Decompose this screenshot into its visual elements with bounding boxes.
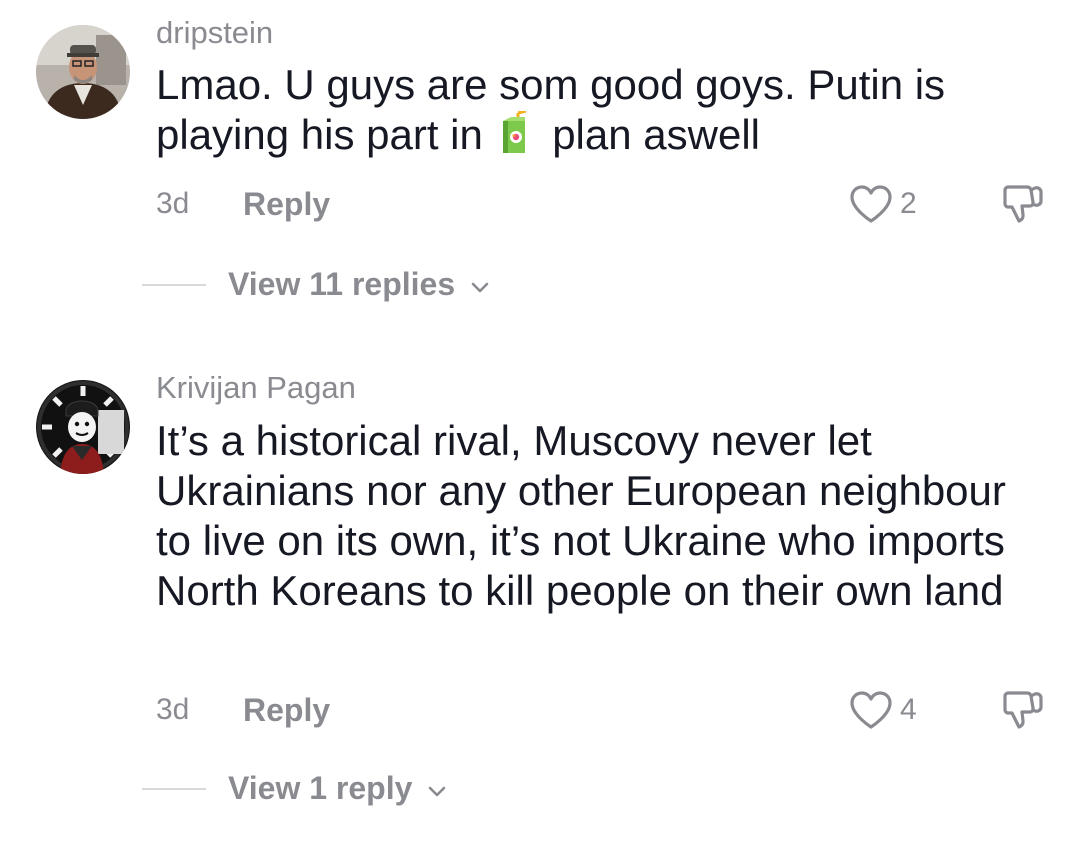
view-replies-text: View 11 replies (228, 266, 456, 302)
comment-text: Lmao. U guys are som good goys. Putin is… (156, 60, 1046, 160)
comment-item: dripstein Lmao. U guys are som good goys… (0, 0, 1080, 320)
thumbs-down-icon (1003, 691, 1043, 729)
divider-line (142, 788, 206, 790)
comment-timestamp: 3d (156, 693, 190, 726)
like-count: 4 (900, 693, 917, 726)
comment-text-line: playing his part in (156, 111, 483, 158)
dislike-button[interactable] (1001, 690, 1047, 737)
reply-button[interactable]: Reply (243, 184, 330, 224)
comment-actions: 3d Reply 2 (156, 184, 1056, 224)
thumbs-down-icon (1003, 185, 1043, 223)
comment-username[interactable]: dripstein (156, 15, 273, 51)
dislike-button[interactable] (1001, 184, 1047, 231)
chevron-down-icon (428, 786, 446, 796)
view-replies-button[interactable]: View 11 replies (142, 264, 642, 304)
comment-timestamp: 3d (156, 187, 190, 220)
view-replies-button[interactable]: View 1 reply (142, 768, 642, 808)
avatar[interactable] (36, 380, 130, 474)
divider-line (142, 284, 206, 286)
heart-outline-icon (850, 185, 892, 223)
reply-button[interactable]: Reply (243, 690, 330, 730)
view-replies-label: View 11 replies (228, 264, 490, 304)
avatar[interactable] (36, 25, 130, 119)
view-replies-label: View 1 reply (228, 768, 447, 808)
like-count: 2 (900, 187, 917, 220)
juice-box-emoji-icon (499, 109, 529, 155)
view-replies-text: View 1 reply (228, 770, 413, 806)
heart-outline-icon (850, 691, 892, 729)
comment-item: Krivijan Pagan It’s a historical rival, … (0, 360, 1080, 830)
comment-text: It’s a historical rival, Muscovy never l… (156, 417, 1006, 614)
chevron-down-icon (471, 282, 489, 292)
comment-text-line: Lmao. U guys are som good goys. Putin is (156, 61, 946, 108)
comment-username[interactable]: Krivijan Pagan (156, 370, 356, 406)
comment-actions: 3d Reply 4 (156, 690, 1056, 730)
comment-text-line: plan aswell (552, 111, 760, 158)
